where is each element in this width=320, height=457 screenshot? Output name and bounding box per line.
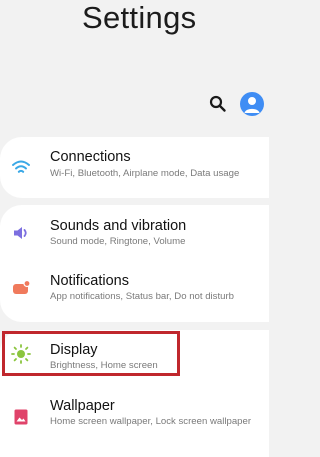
page-title: Settings bbox=[82, 0, 197, 35]
settings-item-subtitle: Home screen wallpaper, Lock screen wallp… bbox=[50, 416, 252, 427]
settings-item-sounds[interactable]: Sounds and vibration Sound mode, Rington… bbox=[0, 205, 269, 261]
wifi-icon bbox=[12, 160, 30, 173]
notifications-icon bbox=[13, 279, 31, 294]
search-icon[interactable] bbox=[209, 95, 227, 113]
settings-item-notifications[interactable]: Notifications App notifications, Status … bbox=[0, 262, 269, 318]
settings-item-title: Sounds and vibration bbox=[50, 218, 187, 234]
settings-item-wallpaper[interactable]: Wallpaper Home screen wallpaper, Lock sc… bbox=[0, 390, 269, 450]
settings-item-subtitle: Wi-Fi, Bluetooth, Airplane mode, Data us… bbox=[50, 168, 240, 179]
volume-icon bbox=[14, 227, 27, 239]
settings-item-subtitle: Sound mode, Ringtone, Volume bbox=[50, 236, 186, 247]
wallpaper-icon bbox=[14, 409, 28, 425]
account-icon[interactable] bbox=[240, 92, 264, 116]
settings-item-subtitle: App notifications, Status bar, Do not di… bbox=[50, 291, 234, 302]
settings-item-connections[interactable]: Connections Wi-Fi, Bluetooth, Airplane m… bbox=[0, 137, 269, 198]
highlight-box bbox=[2, 331, 180, 376]
settings-item-title: Wallpaper bbox=[50, 398, 115, 414]
settings-item-title: Notifications bbox=[50, 273, 129, 289]
settings-item-title: Connections bbox=[50, 149, 131, 165]
